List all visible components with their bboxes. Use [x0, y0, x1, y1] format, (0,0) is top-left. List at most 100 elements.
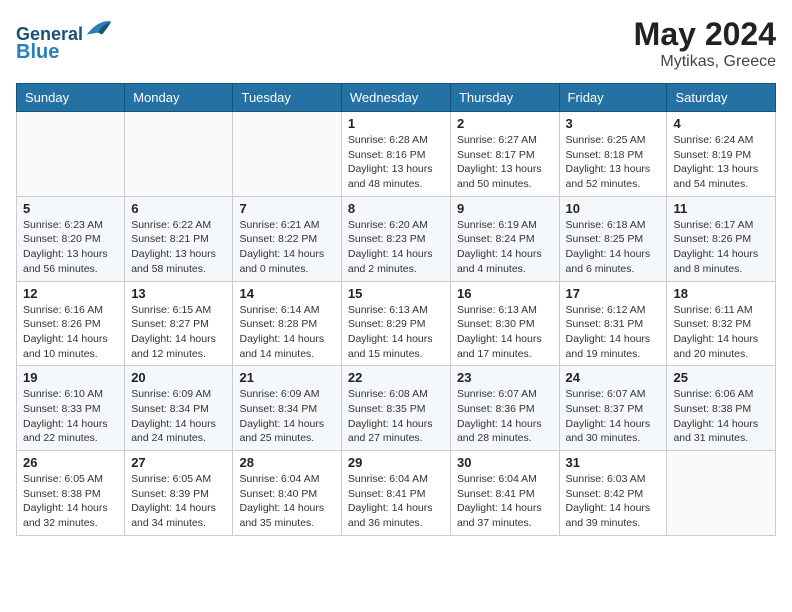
calendar-week-row: 26 Sunrise: 6:05 AM Sunset: 8:38 PM Dayli…: [17, 451, 776, 536]
day-info: Sunrise: 6:22 AM Sunset: 8:21 PM Dayligh…: [131, 218, 226, 277]
calendar-cell: 1 Sunrise: 6:28 AM Sunset: 8:16 PM Daylig…: [341, 112, 450, 197]
calendar-week-row: 5 Sunrise: 6:23 AM Sunset: 8:20 PM Daylig…: [17, 196, 776, 281]
calendar-cell: 9 Sunrise: 6:19 AM Sunset: 8:24 PM Daylig…: [450, 196, 559, 281]
calendar-cell: 13Sunrise: 6:15 AM Sunset: 8:27 PM Dayli…: [125, 281, 233, 366]
day-info: Sunrise: 6:16 AM Sunset: 8:26 PM Dayligh…: [23, 303, 118, 362]
day-number: 8: [348, 201, 444, 216]
calendar-table: SundayMondayTuesdayWednesdayThursdayFrid…: [16, 83, 776, 536]
day-info: Sunrise: 6:06 AM Sunset: 8:38 PM Dayligh…: [673, 387, 769, 446]
weekday-header: Friday: [559, 84, 667, 112]
calendar-cell: 19Sunrise: 6:10 AM Sunset: 8:33 PM Dayli…: [17, 366, 125, 451]
weekday-header-row: SundayMondayTuesdayWednesdayThursdayFrid…: [17, 84, 776, 112]
day-number: 21: [239, 370, 334, 385]
day-number: 24: [566, 370, 661, 385]
day-info: Sunrise: 6:13 AM Sunset: 8:29 PM Dayligh…: [348, 303, 444, 362]
day-number: 17: [566, 286, 661, 301]
calendar-cell: 3Sunrise: 6:25 AM Sunset: 8:18 PM Daylig…: [559, 112, 667, 197]
day-number: 31: [566, 455, 661, 470]
day-info: Sunrise: 6:18 AM Sunset: 8:25 PM Dayligh…: [566, 218, 661, 277]
day-number: 22: [348, 370, 444, 385]
location: Mytikas, Greece: [634, 53, 776, 71]
day-info: Sunrise: 6:03 AM Sunset: 8:42 PM Dayligh…: [566, 472, 661, 531]
calendar-cell: 14 Sunrise: 6:14 AM Sunset: 8:28 PM Dayli…: [233, 281, 341, 366]
day-info: Sunrise: 6:09 AM Sunset: 8:34 PM Dayligh…: [131, 387, 226, 446]
day-number: 16: [457, 286, 553, 301]
day-info: Sunrise: 6:10 AM Sunset: 8:33 PM Dayligh…: [23, 387, 118, 446]
day-info: Sunrise: 6:15 AM Sunset: 8:27 PM Dayligh…: [131, 303, 226, 362]
weekday-header: Monday: [125, 84, 233, 112]
calendar-cell: 4 Sunrise: 6:24 AM Sunset: 8:19 PM Daylig…: [667, 112, 776, 197]
day-number: 27: [131, 455, 226, 470]
day-info: Sunrise: 6:20 AM Sunset: 8:23 PM Dayligh…: [348, 218, 444, 277]
calendar-cell: 30Sunrise: 6:04 AM Sunset: 8:41 PM Dayli…: [450, 451, 559, 536]
calendar-cell: 17Sunrise: 6:12 AM Sunset: 8:31 PM Dayli…: [559, 281, 667, 366]
day-number: 28: [239, 455, 334, 470]
calendar-cell: [233, 112, 341, 197]
day-number: 23: [457, 370, 553, 385]
calendar-cell: 29 Sunrise: 6:04 AM Sunset: 8:41 PM Dayli…: [341, 451, 450, 536]
day-info: Sunrise: 6:25 AM Sunset: 8:18 PM Dayligh…: [566, 133, 661, 192]
page-header: General Blue May 2024 Mytikas, Greece: [16, 16, 776, 71]
logo: General Blue: [16, 16, 113, 63]
title-block: May 2024 Mytikas, Greece: [634, 16, 776, 71]
calendar-cell: 25 Sunrise: 6:06 AM Sunset: 8:38 PM Dayli…: [667, 366, 776, 451]
day-number: 4: [673, 116, 769, 131]
calendar-cell: 28 Sunrise: 6:04 AM Sunset: 8:40 PM Dayli…: [233, 451, 341, 536]
calendar-cell: 18 Sunrise: 6:11 AM Sunset: 8:32 PM Dayli…: [667, 281, 776, 366]
calendar-cell: [17, 112, 125, 197]
day-number: 26: [23, 455, 118, 470]
calendar-cell: 5 Sunrise: 6:23 AM Sunset: 8:20 PM Daylig…: [17, 196, 125, 281]
weekday-header: Sunday: [17, 84, 125, 112]
day-number: 12: [23, 286, 118, 301]
day-info: Sunrise: 6:11 AM Sunset: 8:32 PM Dayligh…: [673, 303, 769, 362]
day-info: Sunrise: 6:13 AM Sunset: 8:30 PM Dayligh…: [457, 303, 553, 362]
day-info: Sunrise: 6:24 AM Sunset: 8:19 PM Dayligh…: [673, 133, 769, 192]
calendar-cell: 11Sunrise: 6:17 AM Sunset: 8:26 PM Dayli…: [667, 196, 776, 281]
day-number: 5: [23, 201, 118, 216]
calendar-cell: 22Sunrise: 6:08 AM Sunset: 8:35 PM Dayli…: [341, 366, 450, 451]
day-info: Sunrise: 6:05 AM Sunset: 8:39 PM Dayligh…: [131, 472, 226, 531]
calendar-cell: [125, 112, 233, 197]
day-number: 14: [239, 286, 334, 301]
day-number: 9: [457, 201, 553, 216]
day-number: 1: [348, 116, 444, 131]
day-info: Sunrise: 6:07 AM Sunset: 8:36 PM Dayligh…: [457, 387, 553, 446]
day-number: 7: [239, 201, 334, 216]
calendar-cell: 12 Sunrise: 6:16 AM Sunset: 8:26 PM Dayli…: [17, 281, 125, 366]
day-number: 11: [673, 201, 769, 216]
day-number: 30: [457, 455, 553, 470]
calendar-cell: 2 Sunrise: 6:27 AM Sunset: 8:17 PM Daylig…: [450, 112, 559, 197]
calendar-cell: 27 Sunrise: 6:05 AM Sunset: 8:39 PM Dayli…: [125, 451, 233, 536]
day-number: 18: [673, 286, 769, 301]
day-number: 20: [131, 370, 226, 385]
weekday-header: Tuesday: [233, 84, 341, 112]
day-number: 25: [673, 370, 769, 385]
day-info: Sunrise: 6:28 AM Sunset: 8:16 PM Dayligh…: [348, 133, 444, 192]
weekday-header: Saturday: [667, 84, 776, 112]
day-info: Sunrise: 6:09 AM Sunset: 8:34 PM Dayligh…: [239, 387, 334, 446]
calendar-cell: 10Sunrise: 6:18 AM Sunset: 8:25 PM Dayli…: [559, 196, 667, 281]
day-info: Sunrise: 6:14 AM Sunset: 8:28 PM Dayligh…: [239, 303, 334, 362]
calendar-week-row: 12 Sunrise: 6:16 AM Sunset: 8:26 PM Dayli…: [17, 281, 776, 366]
day-info: Sunrise: 6:04 AM Sunset: 8:40 PM Dayligh…: [239, 472, 334, 531]
day-info: Sunrise: 6:27 AM Sunset: 8:17 PM Dayligh…: [457, 133, 553, 192]
calendar-cell: 7 Sunrise: 6:21 AM Sunset: 8:22 PM Daylig…: [233, 196, 341, 281]
calendar-week-row: 19Sunrise: 6:10 AM Sunset: 8:33 PM Dayli…: [17, 366, 776, 451]
calendar-cell: 31 Sunrise: 6:03 AM Sunset: 8:42 PM Dayli…: [559, 451, 667, 536]
calendar-cell: 15Sunrise: 6:13 AM Sunset: 8:29 PM Dayli…: [341, 281, 450, 366]
day-info: Sunrise: 6:04 AM Sunset: 8:41 PM Dayligh…: [348, 472, 444, 531]
day-info: Sunrise: 6:19 AM Sunset: 8:24 PM Dayligh…: [457, 218, 553, 277]
logo-bird-icon: [85, 16, 113, 40]
day-info: Sunrise: 6:21 AM Sunset: 8:22 PM Dayligh…: [239, 218, 334, 277]
day-info: Sunrise: 6:23 AM Sunset: 8:20 PM Dayligh…: [23, 218, 118, 277]
weekday-header: Wednesday: [341, 84, 450, 112]
day-number: 2: [457, 116, 553, 131]
calendar-cell: 20 Sunrise: 6:09 AM Sunset: 8:34 PM Dayli…: [125, 366, 233, 451]
calendar-cell: 21 Sunrise: 6:09 AM Sunset: 8:34 PM Dayli…: [233, 366, 341, 451]
day-info: Sunrise: 6:05 AM Sunset: 8:38 PM Dayligh…: [23, 472, 118, 531]
calendar-week-row: 1 Sunrise: 6:28 AM Sunset: 8:16 PM Daylig…: [17, 112, 776, 197]
day-number: 6: [131, 201, 226, 216]
calendar-cell: 8 Sunrise: 6:20 AM Sunset: 8:23 PM Daylig…: [341, 196, 450, 281]
day-number: 29: [348, 455, 444, 470]
calendar-cell: 23 Sunrise: 6:07 AM Sunset: 8:36 PM Dayli…: [450, 366, 559, 451]
